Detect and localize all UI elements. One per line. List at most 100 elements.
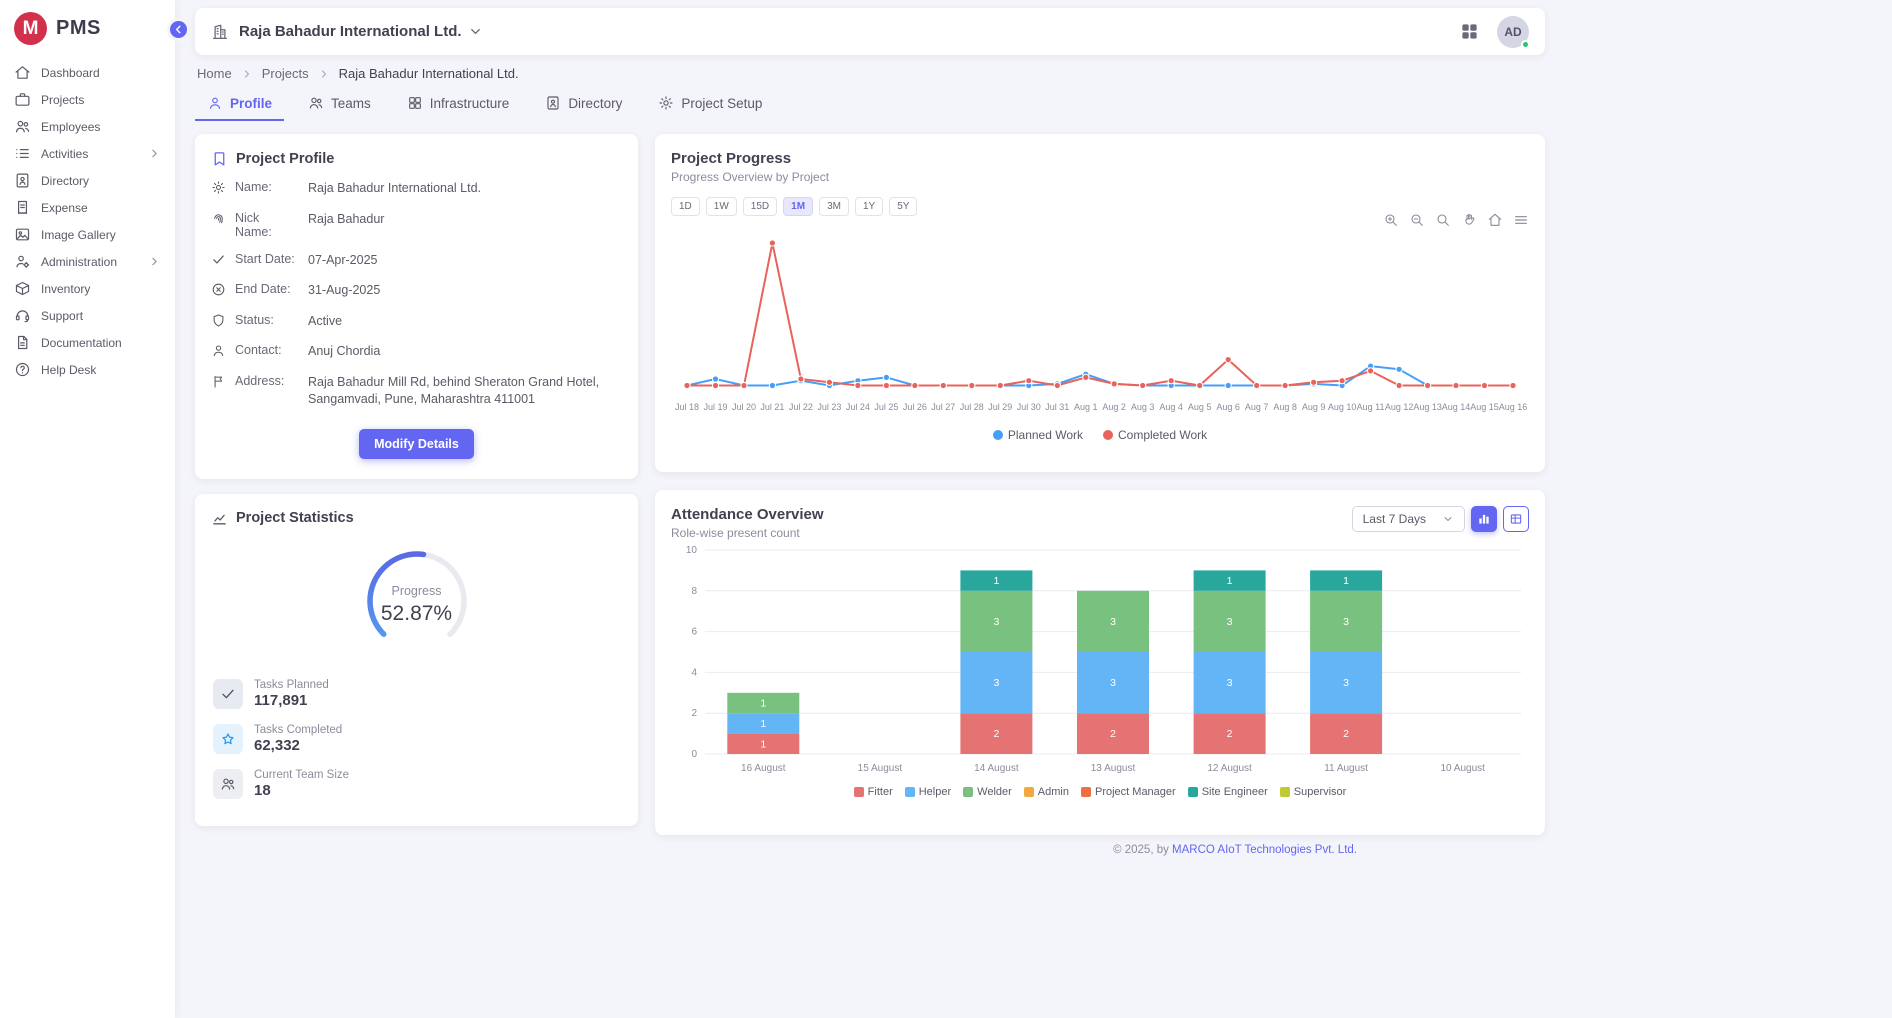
- table-view-toggle-button[interactable]: [1503, 506, 1529, 532]
- svg-text:13 August: 13 August: [1091, 763, 1136, 774]
- legend-item[interactable]: Welder: [963, 786, 1012, 798]
- legend-item[interactable]: Fitter: [854, 786, 893, 798]
- users-icon: [213, 769, 243, 799]
- tab-infrastructure[interactable]: Infrastructure: [395, 87, 522, 121]
- user-gear-icon: [14, 253, 31, 270]
- brand-logo[interactable]: M PMS: [0, 0, 175, 57]
- address-book-icon: [545, 95, 561, 111]
- date-range-select[interactable]: Last 7 Days: [1352, 506, 1465, 532]
- legend-item[interactable]: Completed Work: [1103, 428, 1207, 442]
- legend-item[interactable]: Project Manager: [1081, 786, 1176, 798]
- svg-text:Aug 8: Aug 8: [1273, 402, 1297, 412]
- range-3m[interactable]: 3M: [819, 197, 849, 216]
- reset-home-icon[interactable]: [1487, 212, 1503, 228]
- tab-directory[interactable]: Directory: [533, 87, 634, 121]
- profile-field-end-date: End Date: 31-Aug-2025: [211, 282, 622, 300]
- svg-text:10: 10: [686, 545, 698, 556]
- sidebar-item-inventory[interactable]: Inventory: [0, 275, 175, 302]
- sidebar-item-activities[interactable]: Activities: [0, 140, 175, 167]
- profile-field-name: Name: Raja Bahadur International Ltd.: [211, 180, 622, 198]
- progress-gauge: Progress 52.87%: [359, 543, 475, 659]
- users-icon: [308, 95, 324, 111]
- user-icon: [211, 343, 226, 358]
- svg-text:12 August: 12 August: [1207, 763, 1252, 774]
- range-1m[interactable]: 1M: [783, 197, 813, 216]
- address-book-icon: [14, 172, 31, 189]
- project-progress-line-chart[interactable]: Jul 18Jul 19Jul 20Jul 21Jul 22Jul 23Jul …: [671, 218, 1529, 426]
- range-15d[interactable]: 15D: [743, 197, 777, 216]
- breadcrumb-projects[interactable]: Projects: [262, 66, 309, 81]
- sidebar-item-directory[interactable]: Directory: [0, 167, 175, 194]
- chevron-down-icon: [468, 24, 483, 39]
- footer-company-link[interactable]: MARCO AIoT Technologies Pvt. Ltd.: [1172, 844, 1357, 856]
- tab-profile[interactable]: Profile: [195, 87, 284, 121]
- avatar[interactable]: AD: [1497, 16, 1529, 48]
- range-1y[interactable]: 1Y: [855, 197, 883, 216]
- star-icon: [213, 724, 243, 754]
- legend-item[interactable]: Admin: [1024, 786, 1069, 798]
- svg-text:1: 1: [1343, 575, 1349, 587]
- svg-text:2: 2: [1227, 728, 1233, 740]
- project-selector-dropdown[interactable]: [468, 24, 483, 39]
- svg-text:2: 2: [691, 708, 697, 719]
- sidebar-item-documentation[interactable]: Documentation: [0, 329, 175, 356]
- range-1d[interactable]: 1D: [671, 197, 700, 216]
- help-circle-icon: [14, 361, 31, 378]
- svg-text:1: 1: [760, 718, 766, 730]
- chart-line-icon: [211, 510, 228, 527]
- sidebar-item-employees[interactable]: Employees: [0, 113, 175, 140]
- footer-copyright: © 2025, by: [1113, 844, 1172, 856]
- legend-item[interactable]: Supervisor: [1280, 786, 1347, 798]
- footer: © 2025, by MARCO AIoT Technologies Pvt. …: [195, 844, 1545, 856]
- pan-hand-icon[interactable]: [1461, 212, 1477, 228]
- sidebar-collapse-button[interactable]: [167, 18, 190, 41]
- stat-team-size: Current Team Size18: [213, 769, 622, 799]
- receipt-icon: [14, 199, 31, 216]
- legend-item[interactable]: Site Engineer: [1188, 786, 1268, 798]
- shield-icon: [211, 313, 226, 328]
- sidebar-item-dashboard[interactable]: Dashboard: [0, 59, 175, 86]
- tab-teams[interactable]: Teams: [296, 87, 383, 121]
- svg-text:1: 1: [1227, 575, 1233, 587]
- sidebar-item-help-desk[interactable]: Help Desk: [0, 356, 175, 383]
- sidebar: M PMS Dashboard Projects Employees Activ…: [0, 0, 175, 1018]
- attendance-bar-chart[interactable]: 024681016 August11115 August14 August233…: [671, 540, 1529, 784]
- legend-item[interactable]: Helper: [905, 786, 951, 798]
- zoom-out-icon[interactable]: [1409, 212, 1425, 228]
- range-1w[interactable]: 1W: [706, 197, 737, 216]
- list-icon: [14, 145, 31, 162]
- zoom-in-icon[interactable]: [1383, 212, 1399, 228]
- svg-text:3: 3: [993, 616, 999, 628]
- progress-card-subtitle: Progress Overview by Project: [671, 170, 1529, 184]
- x-circle-icon: [211, 282, 226, 297]
- svg-text:Jul 30: Jul 30: [1017, 402, 1041, 412]
- breadcrumb: Home Projects Raja Bahadur International…: [197, 66, 1543, 81]
- selection-zoom-icon[interactable]: [1435, 212, 1451, 228]
- sidebar-item-expense[interactable]: Expense: [0, 194, 175, 221]
- breadcrumb-home[interactable]: Home: [197, 66, 232, 81]
- range-5y[interactable]: 5Y: [889, 197, 917, 216]
- sidebar-item-image-gallery[interactable]: Image Gallery: [0, 221, 175, 248]
- gauge-label: Progress: [359, 584, 475, 598]
- profile-field-status: Status: Active: [211, 313, 622, 331]
- home-icon: [14, 64, 31, 81]
- project-progress-card: Project Progress Progress Overview by Pr…: [655, 134, 1545, 472]
- menu-icon[interactable]: [1513, 212, 1529, 228]
- legend-item[interactable]: Planned Work: [993, 428, 1083, 442]
- svg-text:3: 3: [1343, 677, 1349, 689]
- sidebar-item-administration[interactable]: Administration: [0, 248, 175, 275]
- chart-view-toggle-button[interactable]: [1471, 506, 1497, 532]
- profile-field-start-date: Start Date: 07-Apr-2025: [211, 252, 622, 270]
- svg-text:Jul 25: Jul 25: [874, 402, 898, 412]
- sidebar-item-projects[interactable]: Projects: [0, 86, 175, 113]
- chart-toolbar: [1383, 212, 1529, 228]
- shortcuts-button[interactable]: [1460, 22, 1479, 41]
- modify-details-button[interactable]: Modify Details: [359, 429, 474, 459]
- svg-text:Jul 26: Jul 26: [903, 402, 927, 412]
- svg-text:Aug 9: Aug 9: [1302, 402, 1326, 412]
- sidebar-item-support[interactable]: Support: [0, 302, 175, 329]
- tab-project-setup[interactable]: Project Setup: [646, 87, 774, 121]
- svg-text:3: 3: [1343, 616, 1349, 628]
- svg-text:Jul 21: Jul 21: [760, 402, 784, 412]
- svg-text:3: 3: [1110, 677, 1116, 689]
